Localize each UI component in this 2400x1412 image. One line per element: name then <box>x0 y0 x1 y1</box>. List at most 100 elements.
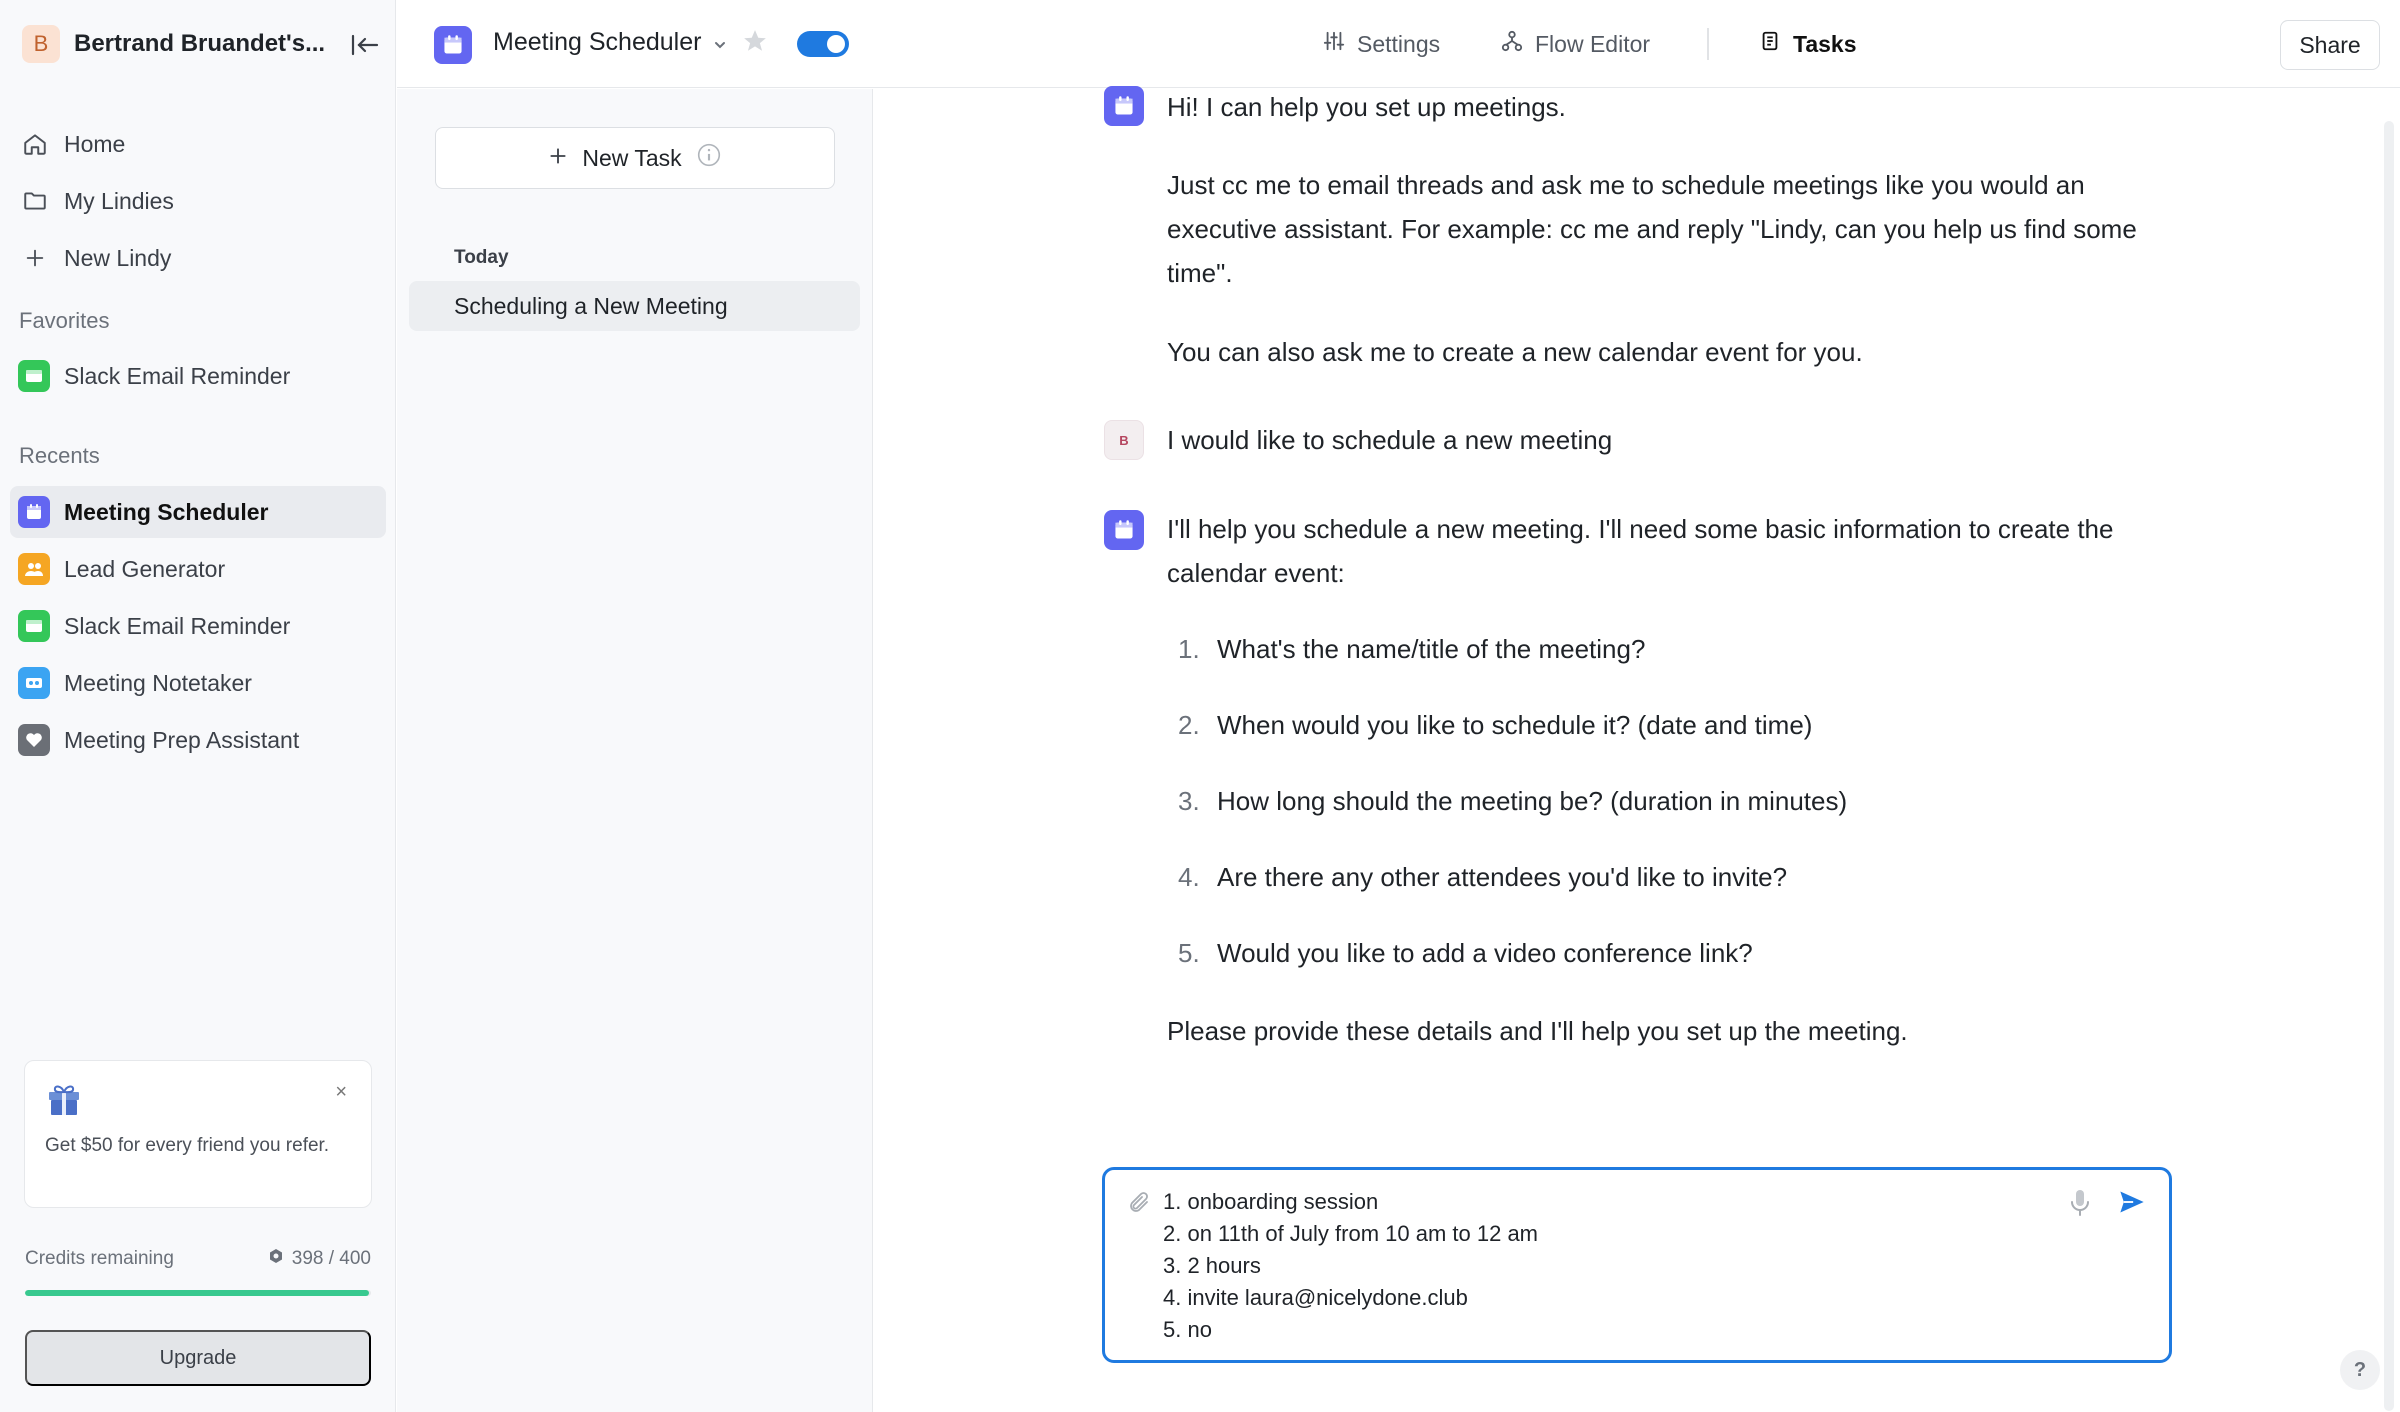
chat-scrollbar[interactable] <box>2384 121 2394 1411</box>
credits-row: Credits remaining 398 / 400 <box>25 1248 371 1270</box>
sidebar: B Bertrand Bruandet's... Home My Lindies… <box>0 0 396 1412</box>
recents-heading: Recents <box>19 443 100 468</box>
bot-message-text: You can also ask me to create a new cale… <box>1167 337 1863 367</box>
tasks-section-today: Today <box>454 247 509 268</box>
collapse-sidebar-icon[interactable] <box>348 28 382 62</box>
tab-flow-editor[interactable]: Flow Editor <box>1501 26 1650 62</box>
bot-message-text: Please provide these details and I'll he… <box>1167 1016 1908 1046</box>
bot-message-text: Hi! I can help you set up meetings. <box>1167 92 1566 122</box>
credits-count: 398 / 400 <box>291 1248 371 1269</box>
main-nav: Home My Lindies New Lindy <box>10 118 386 289</box>
tab-tasks[interactable]: Tasks <box>1759 26 1857 62</box>
paperclip-icon[interactable] <box>1127 1190 1151 1221</box>
question-text: How long should the meeting be? (duratio… <box>1217 786 1848 816</box>
question-text: Would you like to add a video conference… <box>1217 938 1753 968</box>
bot-message-text: Just cc me to email threads and ask me t… <box>1167 170 2137 288</box>
credits-progress-bar <box>25 1290 371 1296</box>
question-number: 5. <box>1178 938 1200 968</box>
recent-item-lead-generator[interactable]: Lead Generator <box>10 543 386 595</box>
tab-tasks-label: Tasks <box>1793 30 1857 57</box>
task-item[interactable]: Scheduling a New Meeting <box>409 281 860 331</box>
favorites-list: Slack Email Reminder <box>10 350 386 407</box>
bot-message-text: I'll help you schedule a new meeting. I'… <box>1167 514 2114 588</box>
tab-settings[interactable]: Settings <box>1323 26 1440 62</box>
recent-item-label: Meeting Notetaker <box>64 669 252 696</box>
calendar-icon <box>434 26 472 64</box>
close-icon[interactable]: × <box>335 1081 347 1104</box>
folder-icon <box>20 186 50 216</box>
question-number: 2. <box>1178 710 1200 740</box>
info-icon[interactable] <box>696 142 722 174</box>
email-icon <box>18 360 50 392</box>
recent-item-label: Meeting Scheduler <box>64 498 269 525</box>
tab-divider <box>1707 28 1709 60</box>
tab-flow-editor-label: Flow Editor <box>1535 30 1651 57</box>
agent-enabled-toggle[interactable] <box>797 31 849 57</box>
credits-count-group: 398 / 400 <box>268 1248 371 1270</box>
chat-panel: Hi! I can help you set up meetings. Just… <box>874 86 2400 1412</box>
question-text: Are there any other attendees you'd like… <box>1217 862 1788 892</box>
share-button[interactable]: Share <box>2280 20 2380 70</box>
plus-icon <box>548 145 568 172</box>
help-button[interactable]: ? <box>2340 1350 2380 1390</box>
workspace-name: Bertrand Bruandet's... <box>74 30 326 57</box>
nav-new-lindy-label: New Lindy <box>64 244 172 271</box>
credits-label: Credits remaining <box>25 1248 174 1269</box>
recent-item-slack-email-reminder[interactable]: Slack Email Reminder <box>10 600 386 652</box>
star-icon[interactable] <box>742 28 768 59</box>
message-input[interactable]: 1. onboarding session 2. on 11th of July… <box>1163 1186 1538 1346</box>
recent-item-label: Meeting Prep Assistant <box>64 726 300 753</box>
document-icon <box>1759 30 1781 58</box>
nav-new-lindy[interactable]: New Lindy <box>10 232 386 284</box>
agent-name: Meeting Scheduler <box>493 28 702 56</box>
nav-my-lindies[interactable]: My Lindies <box>10 175 386 227</box>
microphone-icon[interactable] <box>2069 1188 2091 1223</box>
referral-text: Get $50 for every friend you refer. <box>45 1135 330 1156</box>
sliders-icon <box>1323 30 1345 58</box>
workspace-switcher[interactable]: B Bertrand Bruandet's... <box>22 24 382 64</box>
recent-item-meeting-prep-assistant[interactable]: Meeting Prep Assistant <box>10 714 386 766</box>
calendar-icon <box>18 496 50 528</box>
question-number: 3. <box>1178 786 1200 816</box>
workspace-avatar: B <box>22 25 60 63</box>
agent-selector[interactable]: Meeting Scheduler <box>493 28 727 57</box>
nav-home[interactable]: Home <box>10 118 386 170</box>
upgrade-button[interactable]: Upgrade <box>25 1330 371 1386</box>
chevron-down-icon <box>713 28 727 57</box>
user-avatar: B <box>1104 420 1144 460</box>
nav-home-label: Home <box>64 130 126 157</box>
referral-card: × Get $50 for every friend you refer. <box>24 1060 372 1208</box>
recent-item-meeting-notetaker[interactable]: Meeting Notetaker <box>10 657 386 709</box>
top-bar: Meeting Scheduler Settings Flow Editor T… <box>397 0 2400 88</box>
favorite-item-slack-email-reminder[interactable]: Slack Email Reminder <box>10 350 386 402</box>
question-number: 1. <box>1178 634 1200 664</box>
tab-settings-label: Settings <box>1357 30 1441 57</box>
question-text: What's the name/title of the meeting? <box>1217 634 1646 664</box>
gift-icon <box>45 1079 83 1122</box>
email-icon <box>18 610 50 642</box>
favorite-item-label: Slack Email Reminder <box>64 362 291 389</box>
bot-avatar <box>1104 86 1144 126</box>
bot-avatar <box>1104 510 1144 550</box>
home-icon <box>20 129 50 159</box>
credits-progress-fill <box>25 1290 370 1296</box>
new-task-label: New Task <box>582 144 682 171</box>
recents-list: Meeting Scheduler Lead Generator Slack E… <box>10 486 386 771</box>
tasks-panel: New Task Today Scheduling a New Meeting <box>397 89 873 1412</box>
message-composer[interactable]: 1. onboarding session 2. on 11th of July… <box>1102 1167 2172 1363</box>
video-icon <box>18 667 50 699</box>
user-message-text: I would like to schedule a new meeting <box>1167 425 1613 455</box>
question-number: 4. <box>1178 862 1200 892</box>
recent-item-label: Lead Generator <box>64 555 226 582</box>
plus-icon <box>20 243 50 273</box>
send-icon[interactable] <box>2117 1188 2147 1221</box>
flow-icon <box>1501 30 1523 58</box>
favorites-heading: Favorites <box>19 308 110 333</box>
users-icon <box>18 553 50 585</box>
heart-icon <box>18 724 50 756</box>
recent-item-meeting-scheduler[interactable]: Meeting Scheduler <box>10 486 386 538</box>
question-text: When would you like to schedule it? (dat… <box>1217 710 1813 740</box>
new-task-button[interactable]: New Task <box>435 127 835 189</box>
nav-my-lindies-label: My Lindies <box>64 187 174 214</box>
recent-item-label: Slack Email Reminder <box>64 612 291 639</box>
